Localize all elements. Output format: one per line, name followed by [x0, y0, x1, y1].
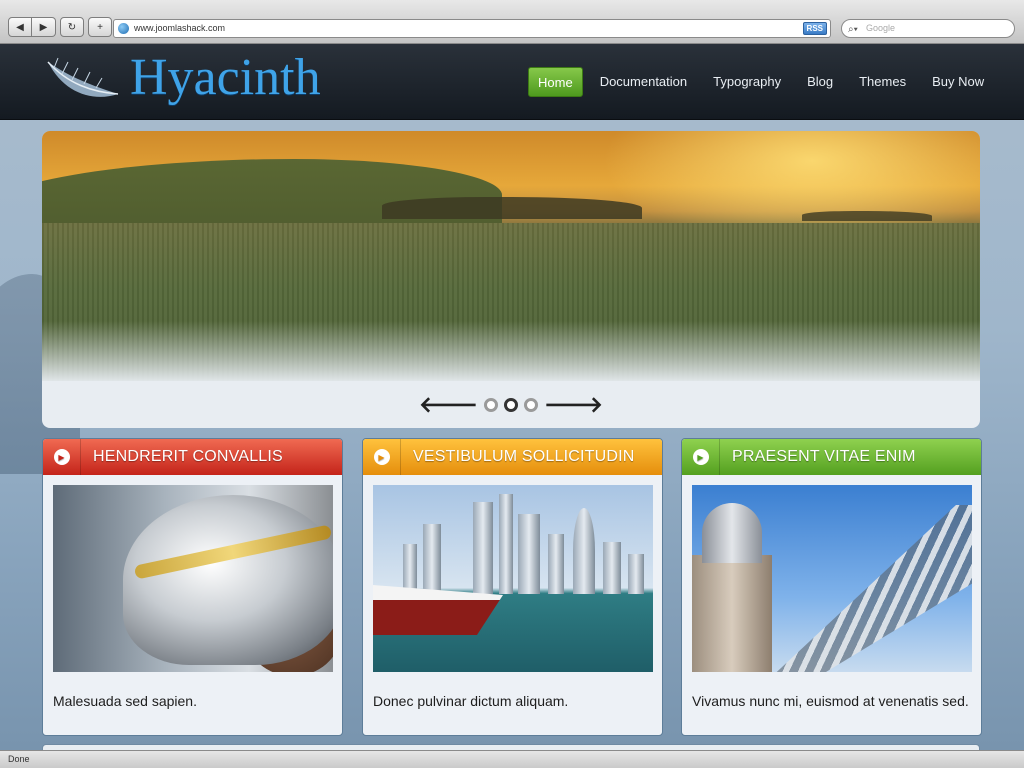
slider-dot-1[interactable]: [484, 397, 498, 412]
plus-icon: +: [97, 21, 103, 33]
feature-box-header: ▶ VESTIBULUM SOLLICITUDIN: [363, 439, 662, 475]
search-icon: ⌕▾: [848, 24, 858, 35]
status-bar: Done: [0, 750, 1024, 768]
image-slider: 🡐 🡒: [42, 131, 980, 428]
add-bookmark-button[interactable]: +: [88, 17, 112, 37]
url-text: www.joomlashack.com: [134, 23, 226, 33]
feature-box-2: ▶ VESTIBULUM SOLLICITUDIN Donec pulvinar…: [362, 438, 663, 736]
search-placeholder: Google: [866, 23, 896, 33]
feature-box-text: Malesuada sed sapien.: [53, 693, 197, 709]
menu-item-documentation[interactable]: Documentation: [591, 67, 696, 97]
slider-controls: 🡐 🡒: [42, 381, 980, 428]
feature-box-title[interactable]: HENDRERIT CONVALLIS: [81, 448, 283, 466]
menu-item-home[interactable]: Home: [528, 67, 583, 97]
feature-box-header: ▶ HENDRERIT CONVALLIS: [43, 439, 342, 475]
feature-box-text: Vivamus nunc mi, euismod at venenatis se…: [692, 693, 969, 709]
play-circle-icon: ▶: [692, 449, 709, 465]
feature-image-london-bridge[interactable]: [692, 485, 972, 672]
feature-box-3: ▶ PRAESENT VITAE ENIM Vivamus nunc mi, e…: [681, 438, 982, 736]
rss-button[interactable]: RSS: [802, 22, 827, 35]
site-header: Hyacinth Home Documentation Typography B…: [0, 44, 1024, 120]
globe-icon: [118, 23, 129, 34]
menu-item-typography[interactable]: Typography: [704, 67, 790, 97]
address-bar[interactable]: www.joomlashack.com RSS: [113, 19, 831, 38]
menu-item-buy-now[interactable]: Buy Now: [923, 67, 993, 97]
slide-image-wheat-field: [42, 131, 980, 381]
search-input[interactable]: ⌕▾ Google: [841, 19, 1015, 38]
browser-toolbar: ◀ ▶ ↻ + www.joomlashack.com RSS ⌕▾ Googl…: [0, 0, 1024, 44]
back-button[interactable]: ◀: [8, 17, 32, 37]
reload-button[interactable]: ↻: [60, 17, 84, 37]
menu-item-themes[interactable]: Themes: [850, 67, 915, 97]
slider-next-arrow-icon[interactable]: 🡒: [544, 393, 603, 416]
main-menu: Home Documentation Typography Blog Theme…: [528, 67, 1001, 97]
feature-image-helmet[interactable]: [53, 485, 333, 672]
feather-icon: [47, 57, 119, 97]
feature-box-title[interactable]: VESTIBULUM SOLLICITUDIN: [401, 448, 635, 466]
slider-prev-arrow-icon[interactable]: 🡐: [419, 393, 478, 416]
back-arrow-icon: ◀: [16, 21, 24, 33]
forward-button[interactable]: ▶: [32, 17, 56, 37]
forward-arrow-icon: ▶: [39, 21, 48, 33]
website: Hyacinth Home Documentation Typography B…: [0, 44, 1024, 750]
feature-box-text: Donec pulvinar dictum aliquam.: [373, 693, 569, 709]
feature-box-header: ▶ PRAESENT VITAE ENIM: [682, 439, 981, 475]
play-circle-icon: ▶: [53, 449, 70, 465]
feature-box-1: ▶ HENDRERIT CONVALLIS Malesuada sed sapi…: [42, 438, 343, 736]
slider-dot-2[interactable]: [504, 397, 518, 412]
reload-icon: ↻: [67, 21, 77, 33]
feature-image-skyline[interactable]: [373, 485, 653, 672]
nav-buttons: ◀ ▶ ↻ +: [8, 17, 112, 37]
site-logo[interactable]: Hyacinth: [130, 48, 321, 107]
menu-item-blog[interactable]: Blog: [798, 67, 842, 97]
feature-box-title[interactable]: PRAESENT VITAE ENIM: [720, 448, 916, 466]
slider-dot-3[interactable]: [524, 397, 538, 412]
play-circle-icon: ▶: [373, 449, 390, 465]
